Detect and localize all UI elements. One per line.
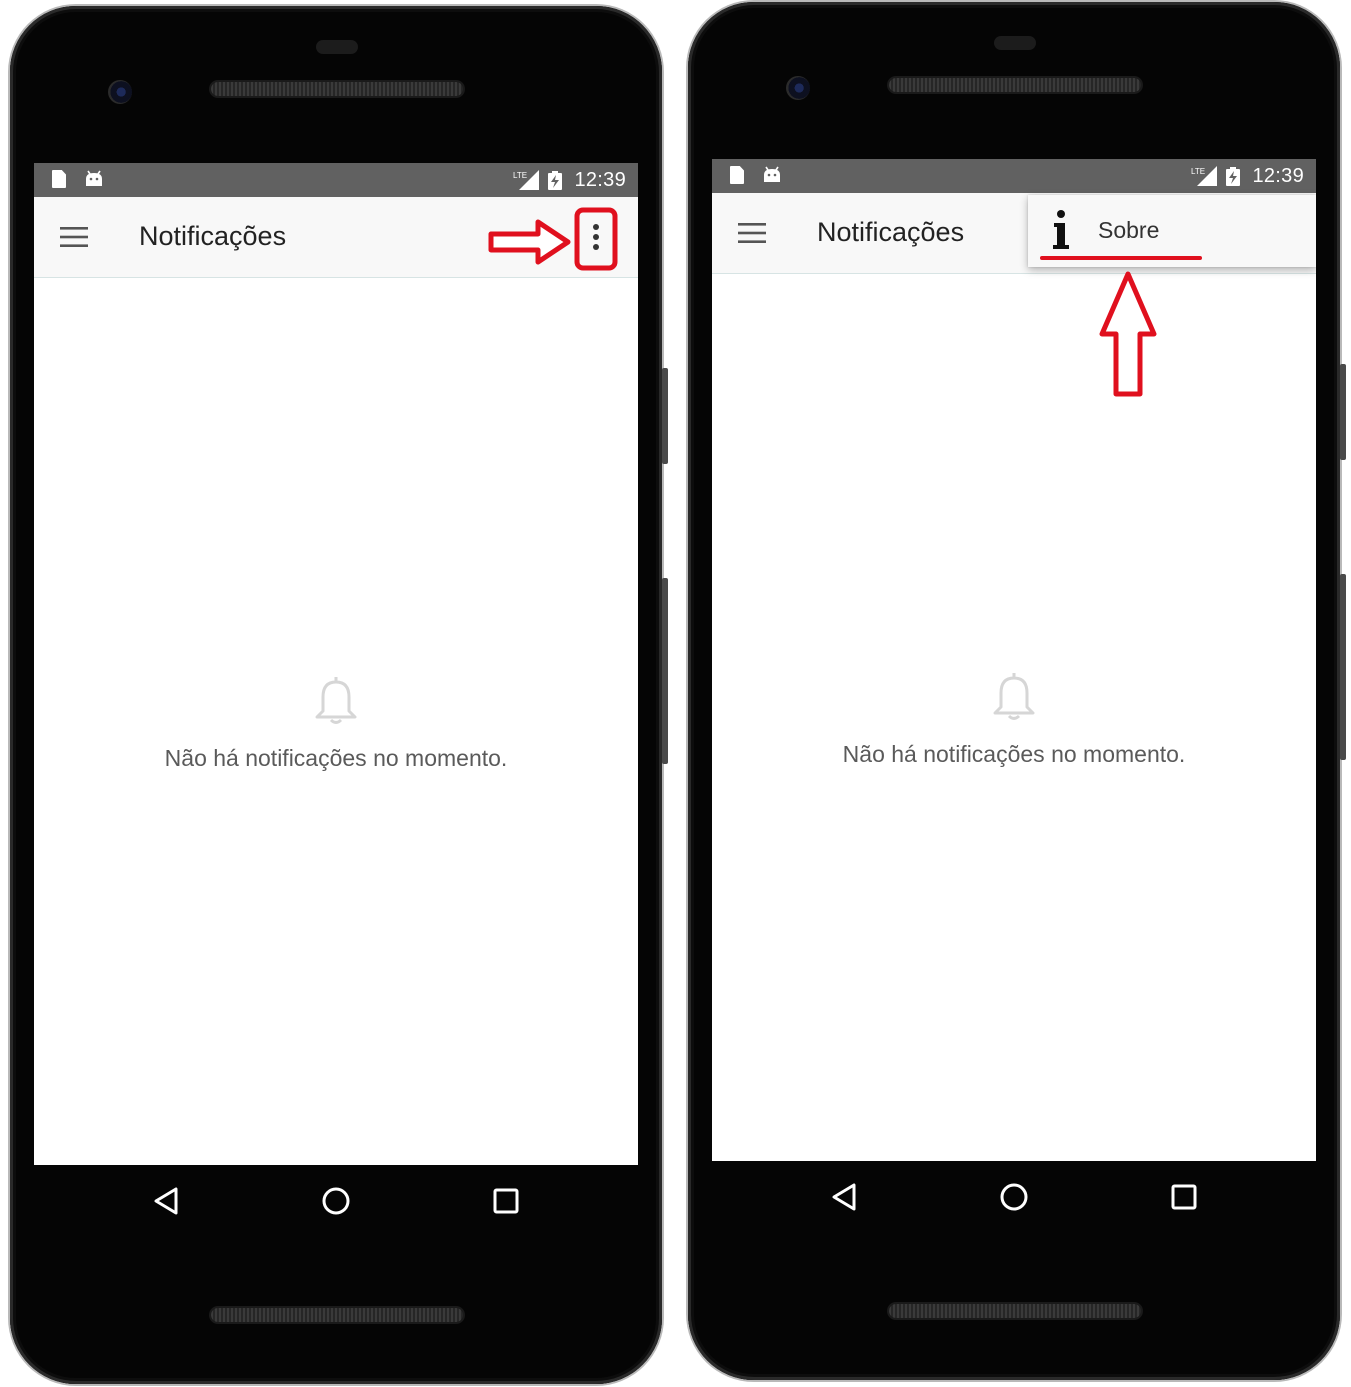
hamburger-menu-icon[interactable] <box>60 226 88 248</box>
home-circle-icon[interactable] <box>994 1177 1034 1217</box>
bell-icon <box>315 677 357 724</box>
top-notch <box>994 36 1036 50</box>
overflow-popup-menu: Sobre <box>1028 195 1316 267</box>
power-button <box>1340 364 1346 460</box>
phone-frame-left: LTE 12:39 Notificações Não há notificaçõ… <box>10 6 668 1384</box>
lte-signal-icon: LTE <box>513 170 539 190</box>
screen: LTE 12:39 Notificações <box>34 163 638 1165</box>
power-button <box>662 368 668 464</box>
more-vert-icon[interactable] <box>584 215 608 259</box>
earpiece-speaker <box>889 78 1141 92</box>
svg-text:LTE: LTE <box>513 171 527 180</box>
earpiece-speaker <box>211 82 463 96</box>
empty-state: Não há notificações no momento. <box>34 673 638 772</box>
recents-square-icon[interactable] <box>486 1181 526 1221</box>
status-time: 12:39 <box>1252 165 1304 187</box>
back-triangle-icon[interactable] <box>147 1181 187 1221</box>
sd-card-icon <box>730 166 744 184</box>
app-bar: Notificações <box>34 197 638 278</box>
svg-text:LTE: LTE <box>1191 167 1205 176</box>
android-debug-icon <box>764 166 780 182</box>
volume-button <box>1340 574 1346 760</box>
lte-signal-icon: LTE <box>1191 166 1217 186</box>
home-circle-icon[interactable] <box>316 1181 356 1221</box>
empty-message: Não há notificações no momento. <box>842 741 1186 767</box>
recents-square-icon[interactable] <box>1164 1177 1204 1217</box>
page-title: Notificações <box>139 221 287 251</box>
phone-frame-right: LTE 12:39 Notificações Sobre Não há noti… <box>688 2 1346 1380</box>
hamburger-menu-icon[interactable] <box>738 222 766 244</box>
bottom-speaker <box>211 1308 463 1322</box>
top-notch <box>316 40 358 54</box>
volume-button <box>662 578 668 764</box>
battery-charging-icon <box>548 171 562 190</box>
front-camera <box>786 76 810 100</box>
empty-message: Não há notificações no momento. <box>164 745 508 771</box>
status-bar: LTE 12:39 <box>712 159 1316 193</box>
menu-item-sobre[interactable]: Sobre <box>1028 195 1316 267</box>
android-debug-icon <box>86 170 102 186</box>
battery-charging-icon <box>1226 167 1240 186</box>
bottom-speaker <box>889 1304 1141 1318</box>
front-camera <box>108 80 132 104</box>
page-title: Notificações <box>817 217 965 247</box>
sd-card-icon <box>52 170 66 188</box>
status-time: 12:39 <box>574 169 626 191</box>
status-bar: LTE 12:39 <box>34 163 638 197</box>
empty-state: Não há notificações no momento. <box>712 669 1316 768</box>
back-triangle-icon[interactable] <box>825 1177 865 1217</box>
screen: LTE 12:39 Notificações <box>712 159 1316 1161</box>
menu-item-label: Sobre <box>1098 217 1160 243</box>
bell-icon <box>993 673 1035 720</box>
info-icon <box>1053 210 1069 249</box>
